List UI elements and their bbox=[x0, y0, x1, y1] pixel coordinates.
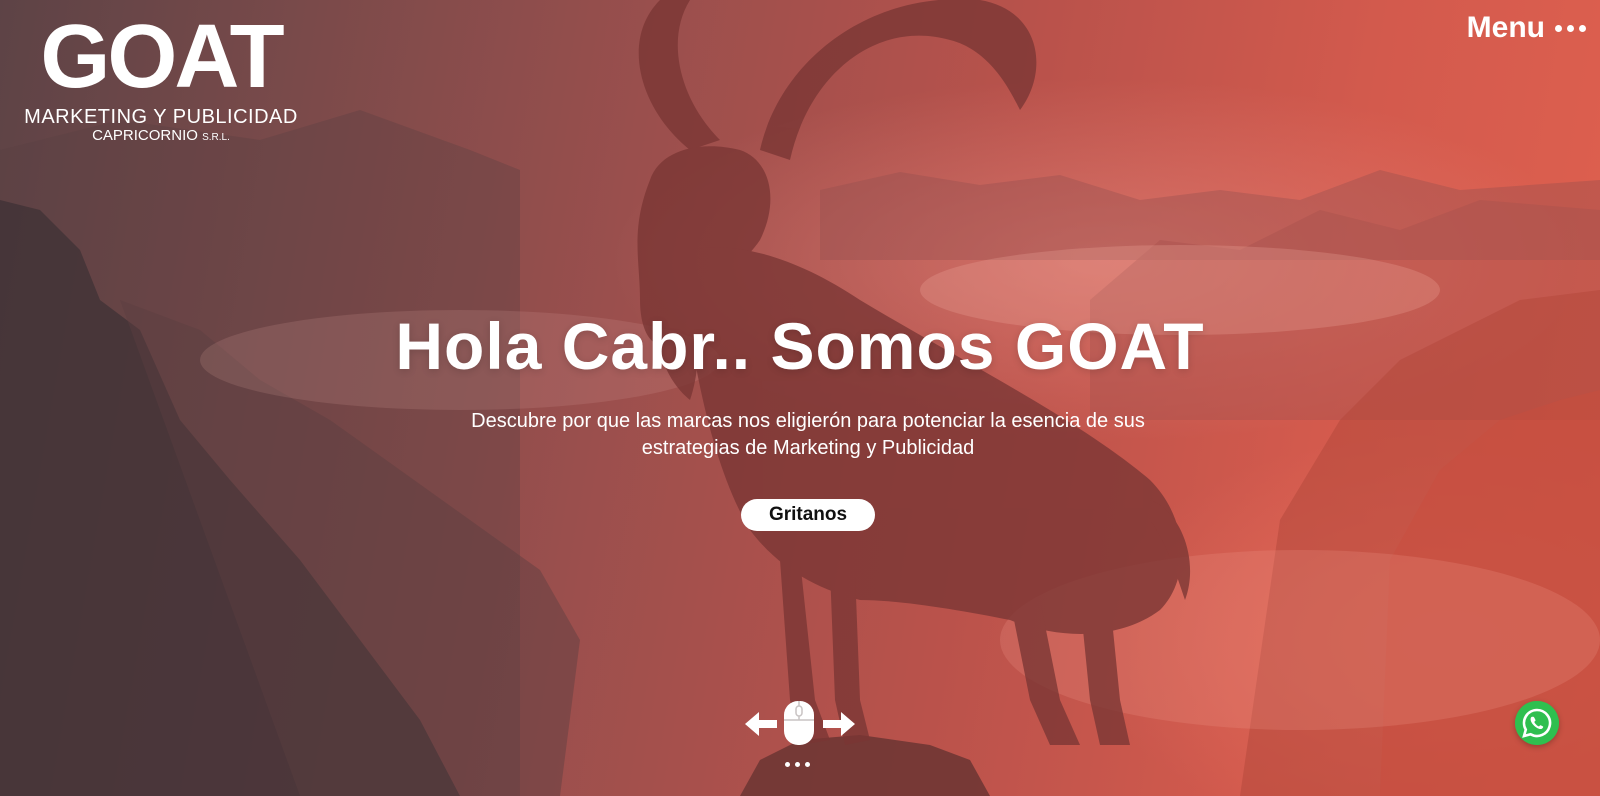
whatsapp-icon bbox=[1515, 701, 1559, 745]
arrow-left-icon[interactable] bbox=[745, 712, 777, 736]
scroll-dots bbox=[785, 762, 810, 767]
logo-wordmark: GOAT bbox=[40, 7, 284, 107]
more-dots-icon bbox=[1555, 24, 1586, 32]
menu-label: Menu bbox=[1466, 11, 1545, 44]
logo-company-name: CAPRICORNIO bbox=[92, 127, 198, 144]
site-logo[interactable]: GOAT MARKETING Y PUBLICIDAD CAPRICORNIO … bbox=[18, 7, 304, 147]
hero-subheadline: Descubre por que las marcas nos eligieró… bbox=[471, 410, 1145, 459]
hero-headline: Hola Cabr.. Somos GOAT bbox=[395, 309, 1205, 383]
arrow-right-icon[interactable] bbox=[823, 712, 855, 736]
whatsapp-button[interactable] bbox=[1515, 701, 1559, 745]
logo-company: CAPRICORNIO S.R.L. bbox=[18, 127, 304, 147]
menu-button[interactable]: Menu bbox=[1467, 8, 1586, 48]
mouse-scroll-icon bbox=[784, 701, 814, 745]
cta-button[interactable]: Gritanos bbox=[741, 499, 875, 531]
logo-company-suffix: S.R.L. bbox=[202, 132, 230, 143]
scroll-indicator bbox=[745, 700, 855, 774]
logo-tagline: MARKETING Y PUBLICIDAD bbox=[24, 106, 298, 128]
